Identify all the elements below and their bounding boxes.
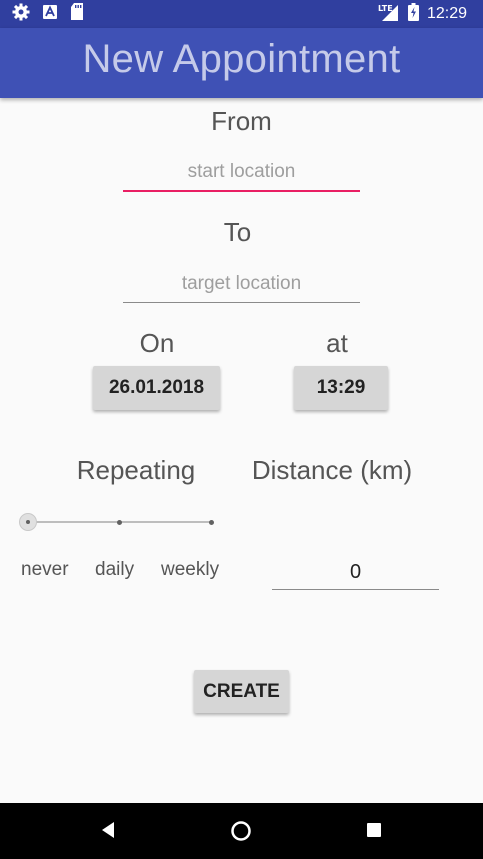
repeat-option-weekly: weekly <box>161 559 220 580</box>
page-title: New Appointment <box>82 37 401 81</box>
seekbar-tick-weekly <box>209 520 214 525</box>
time-picker-button[interactable]: 13:29 <box>294 366 388 410</box>
signal-icon: LTE <box>378 3 400 26</box>
seekbar-tick-daily <box>117 520 122 525</box>
at-label: at <box>326 328 348 358</box>
from-label: From <box>211 106 272 136</box>
repeat-option-daily: daily <box>95 559 135 580</box>
recents-icon[interactable] <box>367 823 381 842</box>
target-location-input[interactable]: target location <box>123 273 360 303</box>
seekbar-thumb[interactable] <box>19 513 37 531</box>
home-icon[interactable] <box>230 820 252 847</box>
back-icon[interactable] <box>100 821 116 844</box>
navigation-bar <box>0 803 483 859</box>
a-notification-icon <box>42 4 58 25</box>
repeat-option-never: never <box>21 559 69 580</box>
battery-icon <box>407 2 419 26</box>
settings-icon <box>12 3 30 26</box>
repeating-label: Repeating <box>76 455 196 485</box>
sd-card-icon <box>70 3 84 25</box>
start-location-input[interactable]: start location <box>123 161 360 192</box>
on-label: On <box>139 328 175 358</box>
app-bar: New Appointment <box>0 28 483 98</box>
svg-text:LTE: LTE <box>378 4 393 13</box>
status-bar: LTE 12:29 <box>0 0 483 28</box>
status-time: 12:29 <box>426 5 467 22</box>
create-button[interactable]: CREATE <box>194 670 289 713</box>
distance-label: Distance (km) <box>251 455 413 485</box>
distance-input[interactable]: 0 <box>272 561 439 590</box>
to-label: To <box>223 217 252 247</box>
date-picker-button[interactable]: 26.01.2018 <box>93 366 220 410</box>
